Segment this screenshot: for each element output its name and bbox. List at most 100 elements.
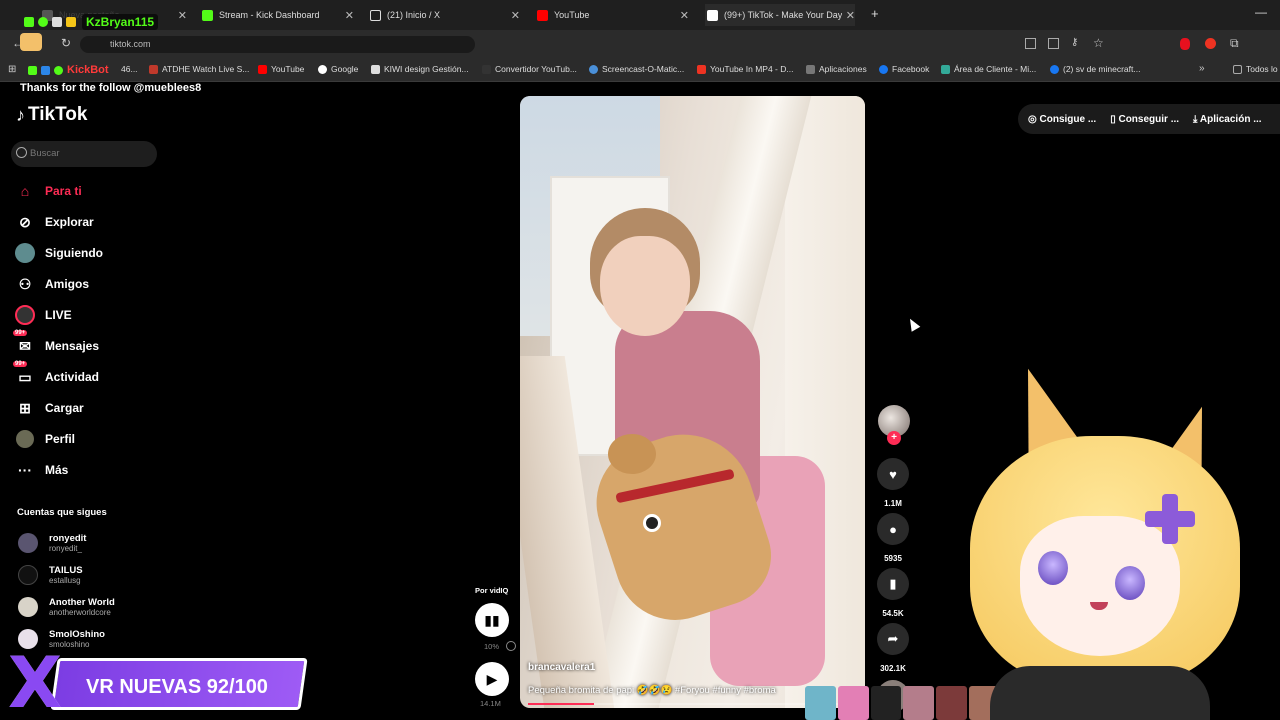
url-field[interactable]: tiktok.com xyxy=(80,36,475,53)
apps-grid-icon[interactable]: ⊞ xyxy=(8,64,16,75)
vidiq-stats-button[interactable]: ▮▮ xyxy=(475,603,509,637)
bookmark-item[interactable]: Convertidor YouTub... xyxy=(482,64,577,74)
bookmark-label: YouTube xyxy=(271,64,305,74)
close-icon[interactable]: ✕ xyxy=(345,9,354,22)
following-account[interactable]: ronyedit ronyedit_ xyxy=(18,533,86,553)
tiktok-logo[interactable]: ♪ TikTok xyxy=(16,104,87,126)
bookmark-item[interactable]: Aplicaciones xyxy=(806,64,867,74)
messages-icon: ✉ 99+ xyxy=(13,330,31,354)
nav-label: Siguiendo xyxy=(45,246,103,260)
puzzle-icon[interactable]: ⧉ xyxy=(1230,36,1239,51)
bookmark-action[interactable]: ▮ 54.5K xyxy=(877,568,909,618)
reload-icon[interactable]: ↻ xyxy=(61,36,71,50)
tab-x[interactable]: (21) Inicio / X ✕ xyxy=(370,4,520,26)
bookmark-item[interactable]: ATDHE Watch Live S... xyxy=(149,64,249,74)
bookmark-item[interactable]: YouTube xyxy=(258,64,304,74)
video-toy-horse-eye xyxy=(643,514,661,532)
vtuber-avatar xyxy=(930,357,1260,720)
close-icon[interactable]: ✕ xyxy=(511,9,520,22)
following-account[interactable]: TAILUS estallusg xyxy=(18,565,83,585)
tab-youtube[interactable]: YouTube ✕ xyxy=(537,4,689,26)
video-toy-horse-ear xyxy=(608,434,656,474)
nav-mas[interactable]: ··· Más xyxy=(15,460,68,480)
like-action[interactable]: ♥ 1.1M xyxy=(877,458,909,508)
extension-icon[interactable] xyxy=(1205,38,1216,49)
bookmark-item[interactable]: (2) sv de minecraft... xyxy=(1050,64,1140,74)
play-button[interactable]: ▶ xyxy=(475,662,509,696)
bookmark-item[interactable]: KickBot xyxy=(28,64,109,76)
close-icon[interactable]: ✕ xyxy=(178,9,187,22)
share-action[interactable]: ➦ 302.1K xyxy=(877,623,909,673)
bookmark-label: Aplicaciones xyxy=(819,64,867,74)
nav-label: Mensajes xyxy=(45,339,100,353)
nav-para-ti[interactable]: ⌂ Para ti xyxy=(15,181,82,201)
nav-live[interactable]: LIVE xyxy=(15,305,72,325)
notification-badge: 99+ xyxy=(13,361,28,367)
youtube-icon xyxy=(258,64,267,74)
follow-plus-icon[interactable]: + xyxy=(887,431,901,445)
bookmark-label: KickBot xyxy=(67,64,109,76)
comment-glyph: ● xyxy=(889,521,897,537)
close-icon[interactable]: ✕ xyxy=(846,9,855,22)
video-child-face xyxy=(600,236,690,336)
bookmark-item[interactable]: KIWI design Gestión... xyxy=(371,64,469,74)
vidiq-label: Por vidIQ xyxy=(475,586,509,595)
nav-perfil[interactable]: Perfil xyxy=(15,429,75,449)
account-name: SmolOshino xyxy=(49,628,105,640)
bookmark-item[interactable]: Facebook xyxy=(879,64,929,74)
nav-amigos[interactable]: ⚇ Amigos xyxy=(15,274,89,294)
home-icon: ⌂ xyxy=(20,183,30,199)
close-icon[interactable]: ✕ xyxy=(680,9,689,22)
bookmarks-bar: ⊞ KickBot 46... ATDHE Watch Live S... Yo… xyxy=(0,58,1280,82)
account-handle: anotherworldcore xyxy=(49,607,111,617)
nav-cargar[interactable]: ⊞ Cargar xyxy=(15,398,84,418)
new-tab-icon[interactable]: + xyxy=(871,6,879,21)
key-icon[interactable]: ⚷ xyxy=(1071,37,1078,48)
minimize-icon[interactable]: — xyxy=(1255,5,1267,19)
cast-icon[interactable] xyxy=(1048,38,1059,49)
following-account[interactable]: Another World anotherworldcore xyxy=(18,597,115,617)
bookmark-item[interactable]: 46... xyxy=(121,64,138,74)
chevron-right-icon[interactable]: » xyxy=(1199,63,1205,74)
share-icon[interactable]: ➦ xyxy=(877,623,909,655)
bookmark-icon[interactable]: ▮ xyxy=(877,568,909,600)
bookmark-item[interactable]: Google xyxy=(318,64,358,74)
extension-icon[interactable] xyxy=(1180,38,1190,50)
comment-action[interactable]: ● 5935 xyxy=(877,513,909,563)
download-app-button[interactable]: ⤓ Aplicación ... xyxy=(1193,114,1262,125)
facebook-icon xyxy=(1050,64,1059,74)
bookmark-item[interactable]: Screencast-O-Matic... xyxy=(589,64,684,74)
bookmark-item[interactable]: Todos lo xyxy=(1233,64,1278,74)
get-app-button[interactable]: ▯ Conseguir ... xyxy=(1110,114,1179,125)
bookmark-item[interactable]: YouTube In MP4 - D... xyxy=(697,64,793,74)
friends-icon: ⚇ xyxy=(18,275,32,292)
kick-icon xyxy=(24,17,34,27)
nav-siguiendo[interactable]: Siguiendo xyxy=(15,243,103,263)
account-handle: estallusg xyxy=(49,575,81,585)
info-icon[interactable] xyxy=(506,641,516,651)
vr-counter-text: VR NUEVAS 92/100 xyxy=(86,676,268,698)
nav-actividad[interactable]: ▭ 99+ Actividad xyxy=(13,361,99,387)
heart-icon[interactable]: ♥ xyxy=(877,458,909,490)
tab-title: (21) Inicio / X xyxy=(387,10,441,20)
comment-count: 5935 xyxy=(884,554,902,563)
star-icon[interactable]: ☆ xyxy=(1093,36,1104,50)
translate-icon[interactable] xyxy=(1025,38,1036,49)
tab-kick[interactable]: Stream - Kick Dashboard ✕ xyxy=(202,4,354,26)
nav-mensajes[interactable]: ✉ 99+ Mensajes xyxy=(13,330,100,356)
overlay-username: KzBryan115 xyxy=(82,14,159,30)
bookmark-label: Todos lo xyxy=(1246,64,1278,74)
notification-badge: 99+ xyxy=(13,330,28,336)
download-icon: ⤓ xyxy=(1193,113,1200,125)
video-username[interactable]: brancavalera1 xyxy=(528,662,776,673)
comment-icon[interactable]: ● xyxy=(877,513,909,545)
nav-explorar[interactable]: ⊘ Explorar xyxy=(15,212,94,232)
following-icon xyxy=(15,243,35,263)
search-input[interactable]: Buscar xyxy=(11,141,157,167)
bookmark-item[interactable]: Área de Cliente - Mi... xyxy=(941,64,1036,74)
upload-icon: ⊞ xyxy=(19,399,31,416)
get-coins-button[interactable]: ◎ Consigue ... xyxy=(1028,114,1096,125)
video-player[interactable]: brancavalera1 Pequeña bromita de papi 🤣🤣… xyxy=(520,96,865,708)
tab-tiktok[interactable]: (99+) TikTok - Make Your Day ✕ xyxy=(705,4,855,26)
account-name: Another World xyxy=(49,596,115,608)
